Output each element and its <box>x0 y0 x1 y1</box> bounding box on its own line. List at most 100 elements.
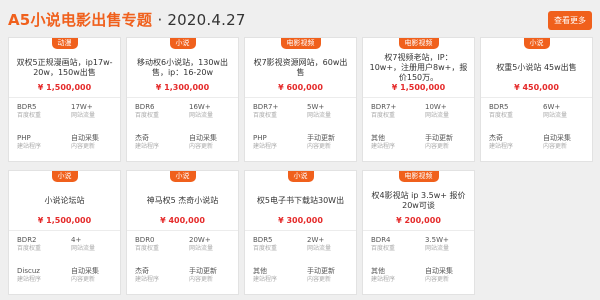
program-stat: 其他 建站程序 <box>371 267 395 284</box>
card-divider <box>245 230 356 231</box>
stat-label: 内容更新 <box>71 143 96 150</box>
listing-title[interactable]: 小说论坛站 <box>15 186 114 216</box>
update-stat: 手动更新 内容更新 <box>307 134 335 151</box>
traffic-stat: 6W+ 网站流量 <box>543 103 567 120</box>
stat-value: 6W+ <box>543 103 561 111</box>
stat-label: 网站流量 <box>425 245 450 252</box>
stat-label: 网站流量 <box>425 112 450 119</box>
traffic-stat: 17W+ 网站流量 <box>71 103 95 120</box>
listing-card[interactable]: 电影视频 权7影视资源网站，60w出售 ¥ 600,000 BDR7+ 百度权重 5W+ 网… <box>244 37 357 162</box>
stat-value: 自动采集 <box>71 267 99 275</box>
listing-card[interactable]: 小说 权重5小说站 45w出售 ¥ 450,000 BDR5 百度权重 6W+ 网站流量 杰奇… <box>480 37 593 162</box>
update-stat: 手动更新 内容更新 <box>425 134 453 151</box>
card-divider <box>9 230 120 231</box>
card-divider <box>363 97 474 98</box>
stat-value: Discuz <box>17 267 40 275</box>
stat-value: PHP <box>253 134 267 142</box>
page-title: A5小说电影出售专题 · 2020.4.27 <box>8 9 246 30</box>
card-divider <box>245 97 356 98</box>
listing-card[interactable]: 小说 神马权5 杰奇小说站 ¥ 400,000 BDR0 百度权重 20W+ 网站流量 杰奇建… <box>126 170 239 295</box>
stat-label: 建站程序 <box>135 276 160 283</box>
stat-label: 百度权重 <box>17 245 42 252</box>
traffic-stat: 5W+ 网站流量 <box>307 103 331 120</box>
stat-value: 16W+ <box>189 103 211 111</box>
program-stat: 杰奇 建站程序 <box>135 134 159 151</box>
stat-value: 自动采集 <box>543 134 571 142</box>
stat-value: 手动更新 <box>307 134 335 142</box>
stat-label: 百度权重 <box>489 112 514 119</box>
traffic-stat: 16W+ 网站流量 <box>189 103 213 120</box>
listing-title[interactable]: 双权5正规漫画站，ip17w-20w，150w出售 <box>15 53 114 83</box>
stat-label: 网站流量 <box>189 245 214 252</box>
stat-label: 建站程序 <box>371 143 396 150</box>
stat-value: 杰奇 <box>135 134 149 142</box>
weight-stat: BDR0 百度权重 <box>135 236 159 253</box>
listing-title[interactable]: 权4影视站 ip 3.5w+ 报价20w可谈 <box>369 186 468 216</box>
listing-price: ¥ 450,000 <box>514 83 559 92</box>
category-badge: 电影视频 <box>280 38 321 49</box>
stat-label: 建站程序 <box>371 276 396 283</box>
stat-label: 百度权重 <box>371 112 396 119</box>
listing-price: ¥ 1,300,000 <box>155 83 210 92</box>
stat-label: 建站程序 <box>253 143 278 150</box>
stat-value: 4+ <box>71 236 82 244</box>
program-stat: 其他 建站程序 <box>371 134 395 151</box>
listing-price: ¥ 300,000 <box>278 216 323 225</box>
stat-label: 内容更新 <box>71 276 96 283</box>
stat-value: 其他 <box>371 267 385 275</box>
stat-label: 百度权重 <box>253 245 278 252</box>
category-badge: 小说 <box>287 171 314 182</box>
listing-title[interactable]: 权7影视资源网站，60w出售 <box>251 53 350 83</box>
category-badge: 小说 <box>51 171 78 182</box>
view-more-button[interactable]: 查看更多 <box>548 11 592 30</box>
stat-label: 百度权重 <box>135 112 160 119</box>
stat-value: 自动采集 <box>189 134 217 142</box>
listing-title[interactable]: 权7视频老站，IP：10w+，注册用户8w+，报价150万。 <box>369 53 468 83</box>
program-stat: Discuz 建站程序 <box>17 267 41 284</box>
stat-value: BDR4 <box>371 236 391 244</box>
stat-value: 杰奇 <box>135 267 149 275</box>
page-header: A5小说电影出售专题 · 2020.4.27 查看更多 <box>8 9 592 31</box>
listing-title[interactable]: 权重5小说站 45w出售 <box>487 53 586 83</box>
weight-stat: BDR7+ 百度权重 <box>371 103 396 120</box>
program-stat: 杰奇 建站程序 <box>489 134 513 151</box>
stat-label: 内容更新 <box>307 143 332 150</box>
listing-title[interactable]: 神马权5 杰奇小说站 <box>133 186 232 216</box>
category-badge: 动漫 <box>51 38 78 49</box>
stat-value: 手动更新 <box>189 267 217 275</box>
listing-card[interactable]: 动漫 双权5正规漫画站，ip17w-20w，150w出售 ¥ 1,500,000 BD… <box>8 37 121 162</box>
stat-value: 自动采集 <box>71 134 99 142</box>
stat-value: 5W+ <box>307 103 325 111</box>
listing-card[interactable]: 电影视频 权7视频老站，IP：10w+，注册用户8w+，报价150万。 ¥ 1,50… <box>362 37 475 162</box>
update-stat: 自动采集 内容更新 <box>425 267 453 284</box>
stat-label: 网站流量 <box>71 112 96 119</box>
listing-card[interactable]: 电影视频 权4影视站 ip 3.5w+ 报价20w可谈 ¥ 200,000 BDR4 百… <box>362 170 475 295</box>
traffic-stat: 2W+ 网站流量 <box>307 236 331 253</box>
category-badge: 小说 <box>169 171 196 182</box>
listing-card[interactable]: 小说 移动权6小说站，130w出售，ip：16-20w ¥ 1,300,000 BDR… <box>126 37 239 162</box>
stat-value: BDR6 <box>135 103 155 111</box>
update-stat: 自动采集 内容更新 <box>543 134 571 151</box>
listing-title[interactable]: 权5电子书下载站30W出 <box>251 186 350 216</box>
traffic-stat: 10W+ 网站流量 <box>425 103 449 120</box>
stat-value: 20W+ <box>189 236 211 244</box>
stat-value: BDR7+ <box>253 103 279 111</box>
card-divider <box>127 97 238 98</box>
update-stat: 自动采集 内容更新 <box>189 134 217 151</box>
program-stat: PHP 建站程序 <box>253 134 277 151</box>
weight-stat: BDR4 百度权重 <box>371 236 395 253</box>
stat-value: 手动更新 <box>307 267 335 275</box>
listing-card[interactable]: 小说 小说论坛站 ¥ 1,500,000 BDR2 百度权重 4+ 网站流量 Discuz 建站… <box>8 170 121 295</box>
listing-title[interactable]: 移动权6小说站，130w出售，ip：16-20w <box>133 53 232 83</box>
traffic-stat: 3.5W+ 网站流量 <box>425 236 449 253</box>
update-stat: 手动更新 内容更新 <box>307 267 335 284</box>
listing-card[interactable]: 小说 权5电子书下载站30W出 ¥ 300,000 BDR5 百度权重 2W+ 网站流量 其他… <box>244 170 357 295</box>
listing-price: ¥ 1,500,000 <box>37 83 92 92</box>
stat-value: BDR5 <box>489 103 509 111</box>
stat-label: 网站流量 <box>543 112 568 119</box>
stat-label: 内容更新 <box>543 143 568 150</box>
stat-value: BDR2 <box>17 236 37 244</box>
weight-stat: BDR5 百度权重 <box>489 103 513 120</box>
category-badge: 电影视频 <box>398 171 439 182</box>
program-stat: 杰奇 建站程序 <box>135 267 159 284</box>
